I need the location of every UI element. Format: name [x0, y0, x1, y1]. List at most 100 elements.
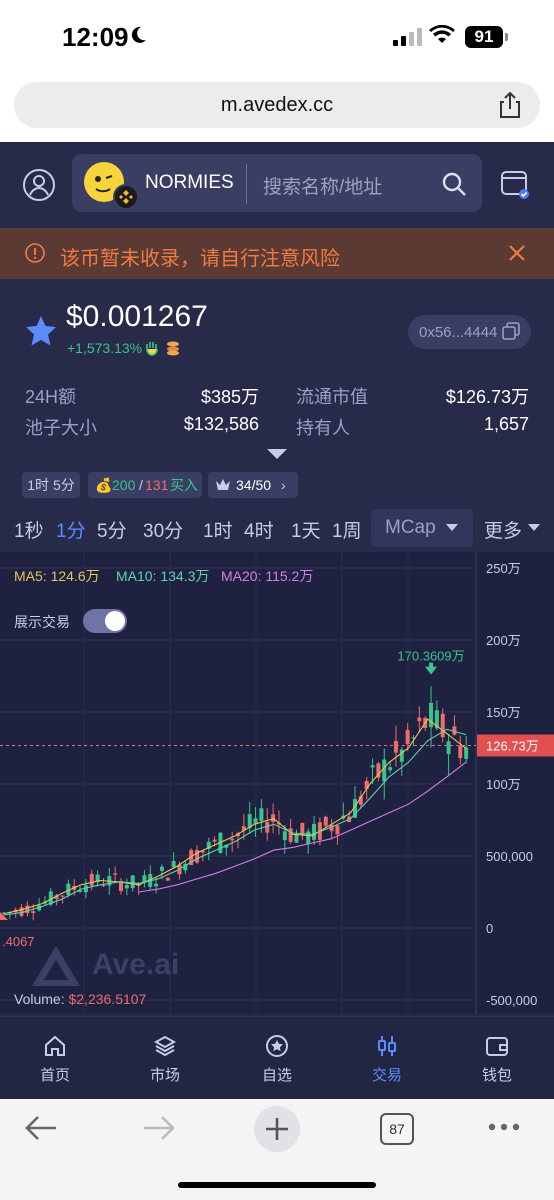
stat-value-mcap: $126.73万 — [445, 387, 529, 407]
stat-label-holders: 持有人 — [296, 418, 350, 438]
caret-down-icon — [446, 524, 458, 531]
candle-body — [288, 828, 293, 842]
nav-market[interactable]: 市场 — [120, 1016, 210, 1096]
high-price-arrow-icon — [425, 662, 438, 675]
search-input[interactable]: 搜索名称/地址 — [263, 172, 382, 199]
layers-icon — [153, 1035, 177, 1057]
candle-body — [271, 814, 276, 822]
nav-watchlist[interactable]: 自选 — [232, 1016, 322, 1096]
mcap-select[interactable]: MCap — [371, 509, 473, 547]
tab-1w[interactable]: 1周 — [332, 516, 362, 543]
candle-body — [212, 839, 217, 842]
tab-1d[interactable]: 1天 — [291, 516, 321, 543]
candle-body — [405, 729, 410, 745]
wallet-icon — [486, 1037, 508, 1056]
nav-label-trade: 交易 — [371, 1067, 402, 1084]
candle-body — [388, 767, 393, 771]
tab-5m[interactable]: 5分 — [97, 516, 127, 543]
candle-body — [230, 838, 235, 841]
buy-sell-tag[interactable]: 💰 200 / 131 买入 — [88, 472, 202, 498]
y-tick-label: 150万 — [486, 705, 521, 720]
share-icon[interactable] — [498, 91, 522, 119]
candle-body — [335, 825, 340, 835]
y-tick-label: 200万 — [486, 633, 521, 648]
candle-body — [382, 759, 387, 782]
close-icon[interactable] — [506, 242, 528, 264]
candle-body — [429, 702, 434, 728]
candle-body — [417, 717, 422, 722]
wallet-icon[interactable] — [500, 168, 530, 200]
candle-body — [19, 907, 24, 916]
candle-body — [259, 808, 264, 821]
stat-label-pool: 池子大小 — [25, 418, 97, 438]
candle-body — [265, 822, 270, 833]
ave-logo-icon — [32, 946, 80, 986]
mcap-label: MCap — [385, 517, 436, 538]
stat-value-pool: $132,586 — [183, 414, 259, 434]
sell-count: 131 — [145, 477, 169, 493]
candle-body — [165, 877, 170, 881]
tab-4h[interactable]: 4时 — [244, 516, 274, 543]
tab-30m[interactable]: 30分 — [143, 516, 183, 543]
y-tick-label: 0 — [486, 921, 493, 936]
tabs-count-button[interactable]: 87 — [380, 1113, 414, 1145]
buy-label: 买入 — [170, 477, 198, 493]
volume-value: $2,236.5107 — [68, 991, 147, 1007]
candle-body — [282, 831, 287, 841]
copy-icon[interactable] — [502, 322, 520, 340]
volume-readout: Volume: $2,236.5107 — [14, 991, 146, 1007]
battery-indicator: 91 — [465, 26, 503, 48]
user-icon[interactable] — [22, 168, 56, 202]
candle-body — [440, 713, 445, 738]
more-icon[interactable] — [488, 1122, 520, 1132]
tab-1h[interactable]: 1时 — [203, 516, 233, 543]
home-indicator — [178, 1182, 376, 1188]
nav-label-wallet: 钱包 — [481, 1067, 512, 1084]
ma10-label: MA10: 134.3万 — [116, 568, 210, 584]
signal-icon — [393, 28, 422, 46]
new-tab-button[interactable] — [254, 1106, 300, 1152]
stat-label-volume: 24H额 — [25, 387, 77, 407]
chevron-right-icon: › — [281, 477, 286, 493]
candle-body — [323, 816, 328, 826]
star-circle-icon — [266, 1035, 288, 1057]
token-name[interactable]: NORMIES — [145, 172, 234, 194]
coins-icon — [167, 341, 179, 356]
candle-body — [113, 873, 118, 875]
more-button[interactable]: 更多 — [484, 516, 522, 543]
tab-1m[interactable]: 1分 — [56, 516, 86, 543]
y-tick-label: -500,000 — [486, 993, 537, 1008]
wifi-icon — [429, 25, 455, 43]
top-holders-tag[interactable]: 34/50 › — [208, 472, 298, 498]
moon-icon — [131, 26, 146, 43]
forward-arrow-icon[interactable] — [142, 1113, 176, 1143]
stat-label-mcap: 流通市值 — [296, 387, 368, 407]
candle-body — [89, 873, 94, 886]
url-text: m.avedex.cc — [220, 94, 334, 116]
watermark-text: Ave.ai — [92, 948, 180, 981]
url-bar[interactable]: m.avedex.cc — [14, 82, 540, 128]
ma20-label: MA20: 115.2万 — [221, 568, 314, 584]
nav-wallet[interactable]: 钱包 — [452, 1016, 542, 1096]
y-tick-label: 250万 — [486, 561, 521, 576]
chevron-down-icon[interactable] — [266, 448, 288, 460]
star-icon[interactable] — [24, 314, 58, 348]
nav-trade[interactable]: 交易 — [342, 1016, 432, 1096]
y-tick-label: 100万 — [486, 777, 521, 792]
battery-cap — [505, 33, 508, 41]
top-holders-count: 34/50 — [236, 477, 272, 493]
buy-count: 200 — [112, 477, 136, 493]
tab-1s[interactable]: 1秒 — [14, 516, 44, 543]
info-icon — [25, 243, 45, 263]
candle-body — [300, 822, 305, 835]
stat-value-volume: $385万 — [200, 387, 259, 407]
crown-icon — [216, 479, 230, 490]
high-price-label: 170.3609万 — [397, 649, 464, 664]
status-time: 12:09 — [62, 22, 129, 52]
nav-home[interactable]: 首页 — [10, 1016, 100, 1096]
back-arrow-icon[interactable] — [24, 1113, 58, 1143]
nav-label-watchlist: 自选 — [261, 1067, 292, 1084]
search-icon[interactable] — [440, 170, 468, 198]
caret-down-icon — [528, 524, 540, 531]
candle-body — [159, 866, 164, 871]
